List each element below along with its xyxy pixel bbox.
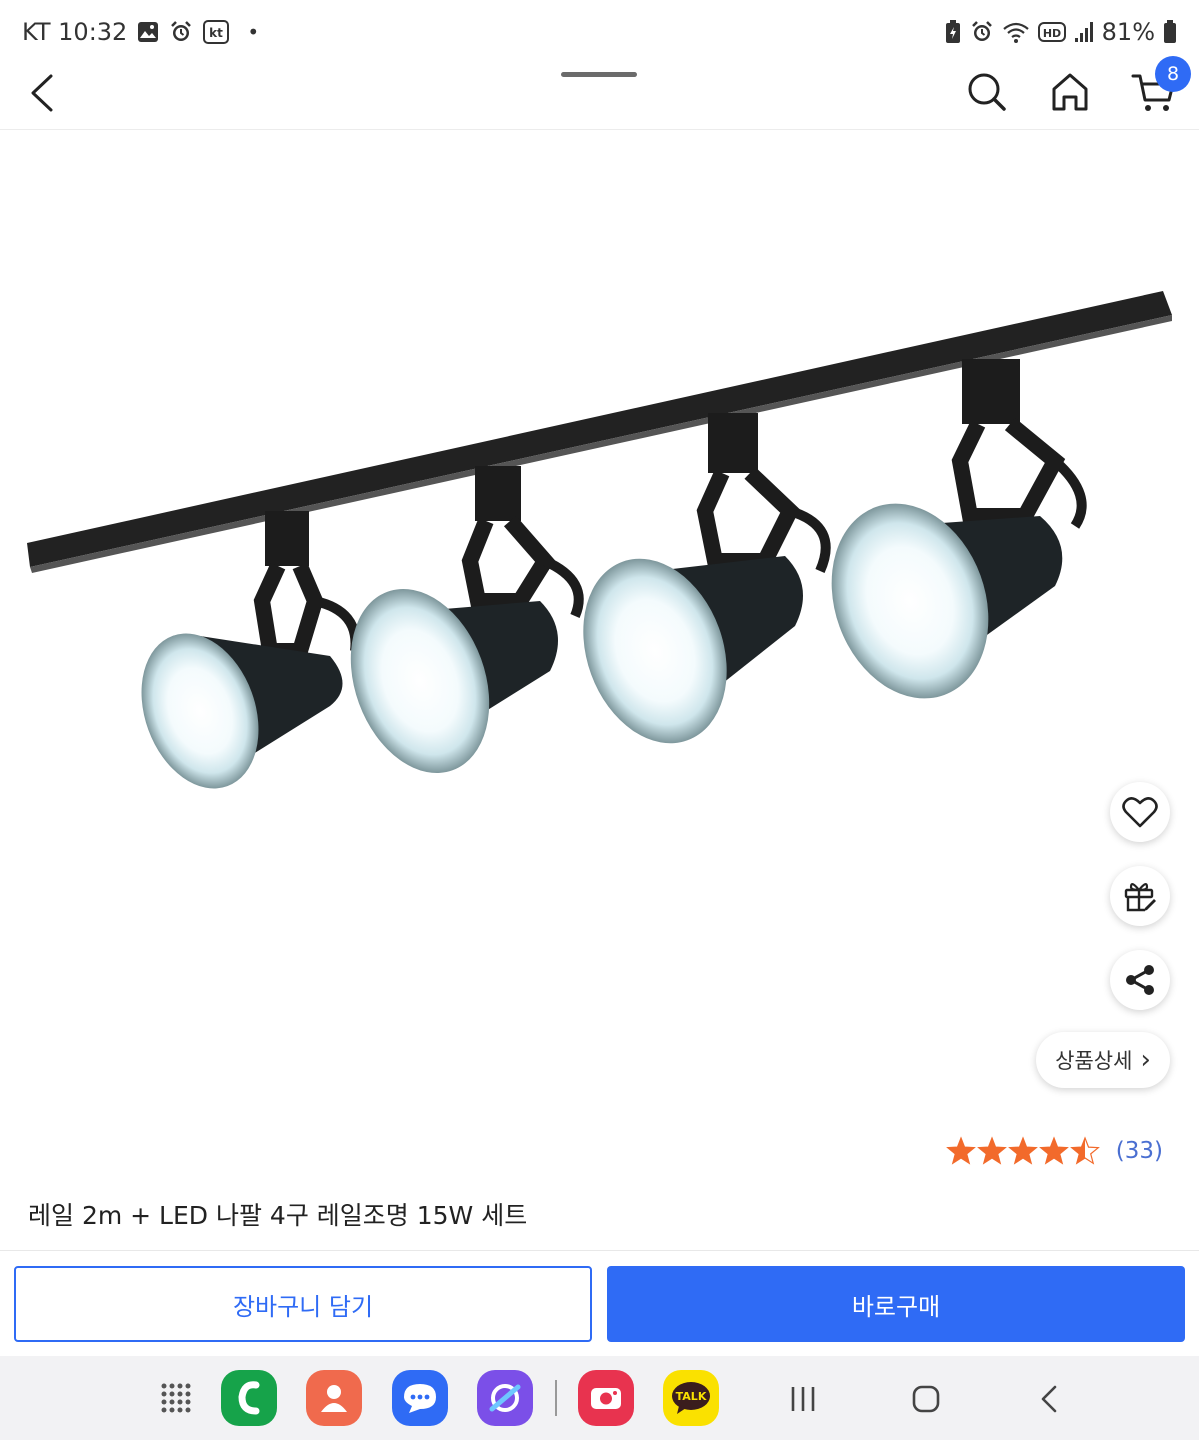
status-left: KT 10:32 kt • — [22, 18, 259, 46]
kakaotalk-icon: TALK — [672, 1382, 710, 1414]
back-button[interactable] — [20, 68, 64, 118]
wishlist-button[interactable] — [1110, 782, 1170, 842]
hd-voice-icon: HD — [1037, 21, 1066, 43]
navigation-bar: TALK — [0, 1356, 1199, 1440]
internet-icon — [489, 1384, 521, 1412]
recents-icon — [791, 1387, 815, 1411]
add-to-cart-button[interactable]: 장바구니 담기 — [14, 1266, 592, 1342]
star-rating — [945, 1136, 1100, 1165]
home-icon — [1052, 73, 1088, 111]
home-key-icon — [912, 1385, 940, 1413]
star-icon — [976, 1136, 1007, 1165]
alarm-icon — [970, 20, 994, 44]
buy-now-button[interactable]: 바로구매 — [607, 1266, 1185, 1342]
signal-icon — [1074, 21, 1094, 43]
search-button[interactable] — [963, 68, 1011, 116]
wifi-icon — [1002, 20, 1030, 44]
recents-button[interactable] — [778, 1374, 828, 1424]
product-image[interactable] — [0, 131, 1199, 1121]
contacts-app[interactable] — [306, 1370, 362, 1426]
home-button[interactable] — [1046, 68, 1094, 116]
product-detail-label: 상품상세 — [1055, 1049, 1133, 1073]
screen-recorder-app[interactable] — [578, 1370, 634, 1426]
status-right: HD 81% — [944, 18, 1177, 46]
action-bar: 장바구니 담기 바로구매 — [0, 1250, 1199, 1356]
kt-badge: kt — [209, 26, 223, 40]
gallery-icon — [137, 21, 159, 43]
hd-label: HD — [1042, 27, 1060, 40]
phone-app[interactable] — [221, 1370, 277, 1426]
messages-app[interactable] — [392, 1370, 448, 1426]
phone-icon — [238, 1381, 260, 1415]
gift-button[interactable] — [1110, 866, 1170, 926]
dock-divider — [555, 1380, 557, 1416]
carrier-time: KT 10:32 — [22, 18, 128, 46]
heart-icon — [1122, 797, 1158, 828]
internet-app[interactable] — [477, 1370, 533, 1426]
alarm-icon — [169, 20, 193, 44]
battery-saver-icon — [944, 20, 962, 44]
star-icon — [1007, 1136, 1038, 1165]
share-icon — [1126, 965, 1154, 995]
product-title: 레일 2m + LED 나팔 4구 레일조명 15W 세트 — [28, 1201, 528, 1230]
contacts-icon — [321, 1385, 347, 1412]
star-icon — [1038, 1136, 1069, 1165]
back-key-icon — [1041, 1385, 1057, 1413]
gift-icon — [1124, 883, 1156, 912]
kakaotalk-app[interactable]: TALK — [663, 1370, 719, 1426]
battery-percent: 81% — [1101, 18, 1155, 46]
kakao-label: TALK — [676, 1390, 707, 1403]
star-icon — [1069, 1136, 1100, 1165]
app-header: 8 — [0, 56, 1199, 130]
status-bar: KT 10:32 kt • HD 81% — [0, 0, 1199, 62]
kt-app-icon: kt — [203, 20, 230, 44]
drag-handle[interactable] — [561, 72, 637, 77]
review-count[interactable]: (33) — [1116, 1138, 1163, 1164]
share-button[interactable] — [1110, 950, 1170, 1010]
back-key[interactable] — [1025, 1374, 1075, 1424]
home-key[interactable] — [901, 1374, 951, 1424]
spotlight-3 — [583, 413, 831, 744]
cart-count-badge: 8 — [1155, 56, 1191, 92]
star-icon — [945, 1136, 976, 1165]
rating[interactable]: (33) — [945, 1136, 1163, 1166]
spotlight-2 — [350, 466, 584, 773]
status-dot: • — [247, 20, 260, 44]
apps-grid-icon[interactable] — [148, 1370, 204, 1426]
search-icon — [968, 73, 1006, 111]
camera-icon — [591, 1388, 621, 1409]
messages-icon — [404, 1384, 436, 1413]
back-icon — [31, 74, 53, 112]
battery-icon — [1163, 20, 1177, 44]
product-detail-link[interactable]: 상품상세 › — [1036, 1032, 1170, 1088]
chevron-right-icon: › — [1140, 1045, 1151, 1075]
spotlight-1 — [141, 511, 361, 789]
spotlight-4 — [831, 359, 1087, 699]
